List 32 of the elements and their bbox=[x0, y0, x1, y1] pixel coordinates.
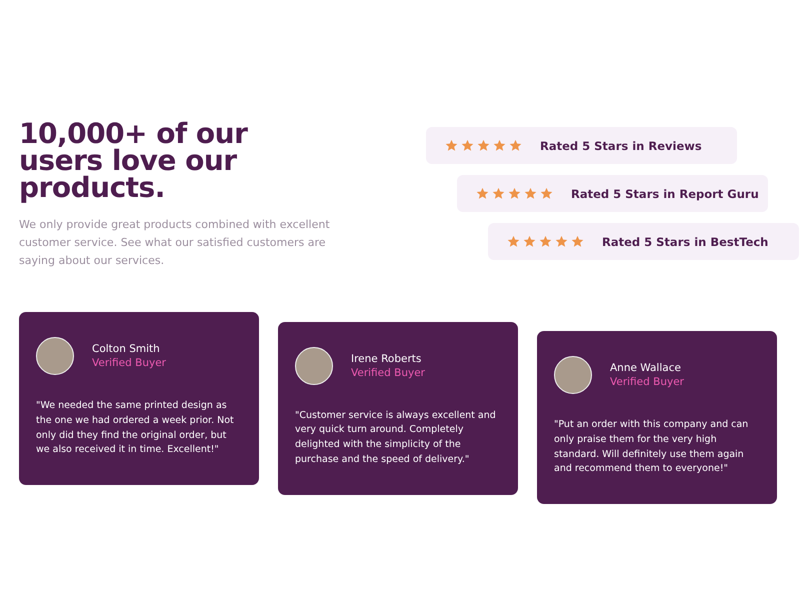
star-icon bbox=[507, 235, 520, 248]
star-icon bbox=[555, 235, 568, 248]
rating-label: Rated 5 Stars in Report Guru bbox=[571, 186, 759, 200]
headline: 10,000+ of our users love our products. bbox=[19, 120, 249, 201]
star-icon bbox=[493, 139, 506, 152]
avatar bbox=[36, 337, 74, 375]
avatar bbox=[295, 346, 333, 384]
verified-label: Verified Buyer bbox=[92, 357, 166, 369]
star-icon bbox=[539, 235, 552, 248]
testimonial-quote: "Put an order with this company and can only praise them for the very high standard. Will definitely use them again and recommend them to everyone!" bbox=[554, 418, 750, 476]
star-icon bbox=[524, 187, 537, 200]
rating-label: Rated 5 Stars in Reviews bbox=[540, 138, 702, 152]
rating-label: Rated 5 Stars in BestTech bbox=[602, 234, 768, 248]
verified-label: Verified Buyer bbox=[351, 366, 425, 378]
star-icon bbox=[508, 187, 521, 200]
star-icon bbox=[477, 139, 490, 152]
testimonial-quote: "Customer service is always excellent and very quick turn around. Completely delighted with the simplicity of the purchase and the speed of delivery." bbox=[295, 408, 497, 467]
intro-text: We only provide great products combined with excellent customer service. See what our satisfied customers are saying about our services. bbox=[19, 217, 331, 269]
testimonial-quote: "We needed the same printed design as the one we had ordered a week prior. Not only did they find the original order, but we also received it in time. Excellent!" bbox=[36, 399, 235, 458]
verified-label: Verified Buyer bbox=[610, 376, 684, 388]
star-icon bbox=[509, 139, 522, 152]
star-icon bbox=[461, 139, 474, 152]
star-icon bbox=[445, 139, 458, 152]
star-icon bbox=[523, 235, 536, 248]
reviewer-name: Colton Smith bbox=[92, 343, 161, 355]
reviewer-name: Irene Roberts bbox=[351, 352, 422, 364]
reviewer-name: Anne Wallace bbox=[610, 362, 682, 374]
star-icon bbox=[492, 187, 505, 200]
avatar bbox=[554, 356, 592, 394]
star-icon bbox=[571, 235, 584, 248]
star-icon bbox=[540, 187, 553, 200]
star-icon bbox=[476, 187, 489, 200]
